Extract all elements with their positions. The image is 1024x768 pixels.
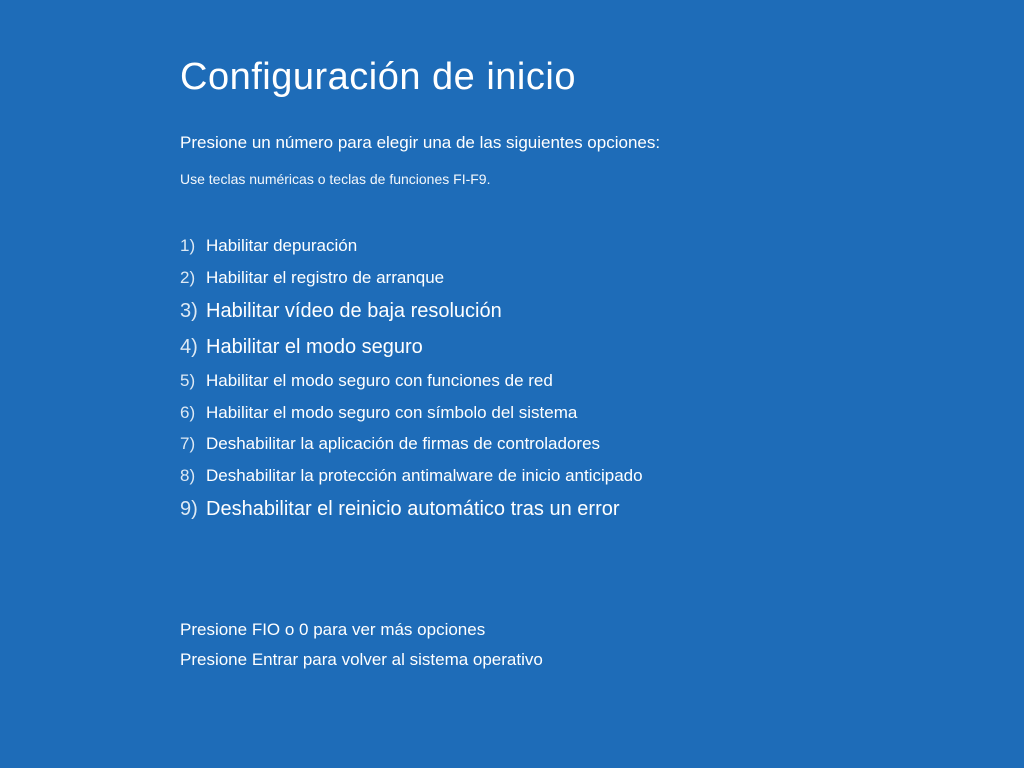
option-number: 3) (180, 296, 206, 326)
option-number: 6) (180, 400, 206, 426)
page-title: Configuración de inicio (180, 56, 1024, 99)
instruction-text: Presione un número para elegir una de la… (180, 133, 1024, 153)
option-label: Habilitar vídeo de baja resolución (206, 296, 502, 326)
option-label: Habilitar el modo seguro con funciones d… (206, 368, 553, 394)
option-number: 4) (180, 332, 206, 362)
option-number: 9) (180, 494, 206, 524)
options-list: 1) Habilitar depuración 2) Habilitar el … (180, 233, 1024, 524)
option-3[interactable]: 3) Habilitar vídeo de baja resolución (180, 296, 1024, 326)
option-6[interactable]: 6) Habilitar el modo seguro con símbolo … (180, 400, 1024, 426)
option-number: 5) (180, 368, 206, 394)
option-9[interactable]: 9) Deshabilitar el reinicio automático t… (180, 494, 1024, 524)
option-number: 7) (180, 431, 206, 457)
option-5[interactable]: 5) Habilitar el modo seguro con funcione… (180, 368, 1024, 394)
option-label: Deshabilitar el reinicio automático tras… (206, 494, 620, 524)
option-7[interactable]: 7) Deshabilitar la aplicación de firmas … (180, 431, 1024, 457)
option-number: 8) (180, 463, 206, 489)
option-number: 1) (180, 233, 206, 259)
option-label: Habilitar depuración (206, 233, 357, 259)
startup-settings-screen: Configuración de inicio Presione un núme… (0, 0, 1024, 670)
option-label: Habilitar el registro de arranque (206, 265, 444, 291)
option-label: Deshabilitar la protección antimalware d… (206, 463, 643, 489)
option-2[interactable]: 2) Habilitar el registro de arranque (180, 265, 1024, 291)
return-os-hint: Presione Entrar para volver al sistema o… (180, 650, 1024, 670)
option-number: 2) (180, 265, 206, 291)
option-8[interactable]: 8) Deshabilitar la protección antimalwar… (180, 463, 1024, 489)
option-1[interactable]: 1) Habilitar depuración (180, 233, 1024, 259)
option-4[interactable]: 4) Habilitar el modo seguro (180, 332, 1024, 362)
option-label: Habilitar el modo seguro con símbolo del… (206, 400, 577, 426)
option-label: Habilitar el modo seguro (206, 332, 423, 362)
option-label: Deshabilitar la aplicación de firmas de … (206, 431, 600, 457)
hint-text: Use teclas numéricas o teclas de funcion… (180, 171, 1024, 187)
more-options-hint: Presione FIO o 0 para ver más opciones (180, 620, 1024, 640)
